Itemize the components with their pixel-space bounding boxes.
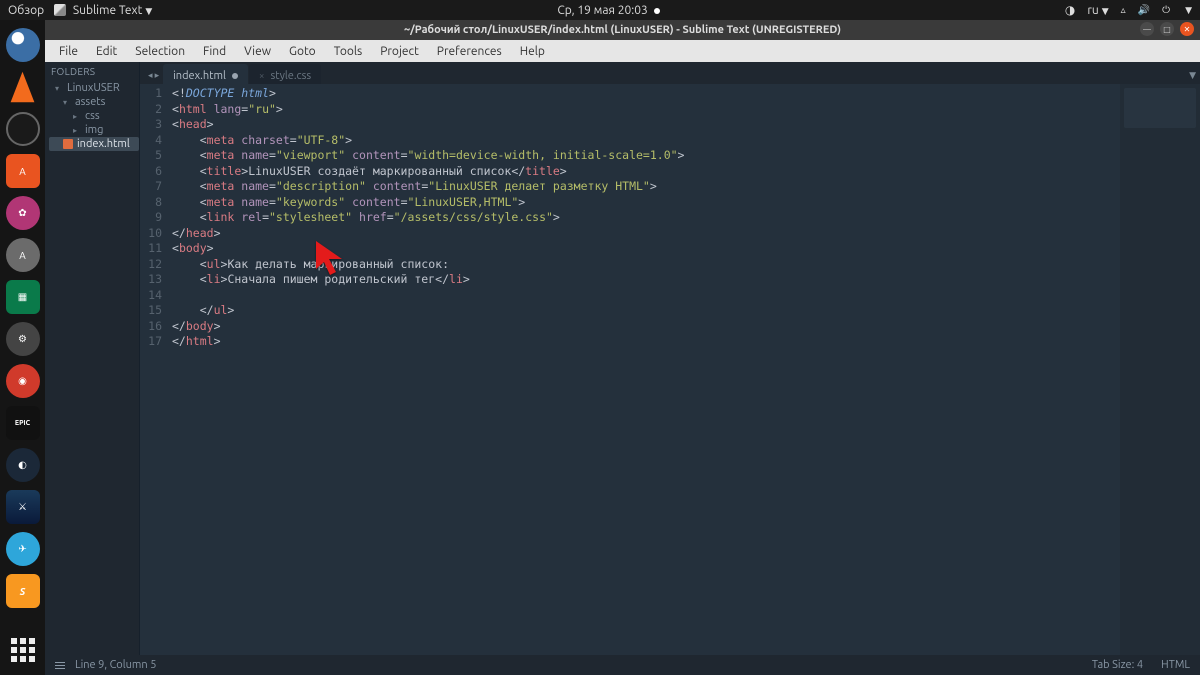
editor: ◂ ▸ index.html ×style.css ▼ 123456789101…: [140, 62, 1200, 655]
dock-cpu[interactable]: ▦: [6, 280, 40, 314]
tab-index-html[interactable]: index.html: [163, 64, 248, 84]
file-index-html[interactable]: index.html: [49, 137, 139, 151]
keyboard-layout[interactable]: ru▼: [1087, 4, 1108, 17]
steam-tray-icon[interactable]: ◑: [1065, 3, 1075, 17]
html-file-icon: [63, 139, 73, 149]
menu-tools[interactable]: Tools: [326, 43, 371, 60]
system-menu-chevron-icon[interactable]: ▼: [1185, 5, 1192, 16]
folder-assets[interactable]: ▾assets: [49, 95, 139, 109]
dock-settings[interactable]: ⚙: [6, 322, 40, 356]
folder-root[interactable]: ▾LinuxUSER: [49, 81, 139, 95]
status-syntax[interactable]: HTML: [1161, 659, 1190, 671]
volume-icon[interactable]: 🔊: [1138, 4, 1150, 16]
status-position[interactable]: Line 9, Column 5: [75, 659, 156, 671]
dock-ubuntu-software[interactable]: A: [6, 154, 40, 188]
dock-obs[interactable]: [6, 112, 40, 146]
panel-switcher-icon[interactable]: [55, 662, 65, 669]
chevron-right-icon: ▸: [73, 112, 81, 121]
chevron-down-icon: ▾: [55, 84, 63, 93]
tab-style-css[interactable]: ×style.css: [249, 64, 321, 84]
app-menu[interactable]: Sublime Text▼: [54, 4, 152, 17]
menu-find[interactable]: Find: [195, 43, 234, 60]
show-applications-button[interactable]: [6, 633, 40, 667]
window-title: ~/Рабочий стол/LinuxUSER/index.html (Lin…: [45, 24, 1200, 36]
sublime-glyph-icon: [54, 4, 66, 16]
dock-telegram[interactable]: ✈: [6, 532, 40, 566]
menu-help[interactable]: Help: [512, 43, 553, 60]
window-titlebar[interactable]: ~/Рабочий стол/LinuxUSER/index.html (Lin…: [45, 20, 1200, 40]
status-bar: Line 9, Column 5 Tab Size: 4 HTML: [45, 655, 1200, 675]
folder-img[interactable]: ▸img: [49, 123, 139, 137]
folder-css[interactable]: ▸css: [49, 109, 139, 123]
notification-dot-icon: [654, 8, 660, 14]
window-maximize-button[interactable]: □: [1160, 22, 1174, 36]
dock-vlc[interactable]: [6, 70, 40, 104]
status-tabsize[interactable]: Tab Size: 4: [1092, 659, 1143, 671]
menu-project[interactable]: Project: [372, 43, 427, 60]
dock-app-pink[interactable]: ✿: [6, 196, 40, 230]
tab-history-nav[interactable]: ◂ ▸: [144, 70, 163, 84]
window-minimize-button[interactable]: —: [1140, 22, 1154, 36]
code-text[interactable]: <!DOCTYPE html><html lang="ru"><head> <m…: [168, 84, 1120, 655]
close-icon[interactable]: ×: [259, 70, 265, 81]
menu-goto[interactable]: Goto: [281, 43, 324, 60]
tab-bar: ◂ ▸ index.html ×style.css ▼: [140, 62, 1200, 84]
tab-dropdown[interactable]: ▼: [1185, 70, 1200, 84]
window-close-button[interactable]: ✕: [1180, 22, 1194, 36]
menu-bar: File Edit Selection Find View Goto Tools…: [45, 40, 1200, 62]
chevron-down-icon: ▾: [63, 98, 71, 107]
ubuntu-dock: A ✿ A ▦ ⚙ ◉ EPIC ◐ ⚔ ✈ S: [0, 20, 45, 675]
dock-steam[interactable]: ◐: [6, 448, 40, 482]
sidebar-header: FOLDERS: [45, 62, 139, 81]
activities-button[interactable]: Обзор: [8, 4, 44, 17]
dock-sublime[interactable]: S: [6, 574, 40, 608]
menu-file[interactable]: File: [51, 43, 86, 60]
network-icon[interactable]: ▵: [1121, 4, 1126, 16]
dirty-dot-icon: [232, 73, 238, 79]
grid-icon: [11, 638, 35, 662]
gnome-topbar: Обзор Sublime Text▼ Ср, 19 мая 20:03 ◑ r…: [0, 0, 1200, 20]
menu-edit[interactable]: Edit: [88, 43, 125, 60]
chevron-right-icon: ▸: [73, 126, 81, 135]
chevron-down-icon: ▼: [145, 6, 152, 16]
code-area[interactable]: 1234567891011121314151617 <!DOCTYPE html…: [140, 84, 1200, 655]
menu-preferences[interactable]: Preferences: [429, 43, 510, 60]
menu-view[interactable]: View: [236, 43, 279, 60]
dock-chromium[interactable]: [6, 28, 40, 62]
sublime-window: ~/Рабочий стол/LinuxUSER/index.html (Lin…: [45, 20, 1200, 675]
sidebar: FOLDERS ▾LinuxUSER ▾assets ▸css ▸img ind…: [45, 62, 140, 655]
clock[interactable]: Ср, 19 мая 20:03: [152, 4, 1065, 17]
dock-battlenet[interactable]: ⚔: [6, 490, 40, 524]
menu-selection[interactable]: Selection: [127, 43, 193, 60]
power-icon[interactable]: ⏻: [1162, 4, 1170, 16]
gutter: 1234567891011121314151617: [140, 84, 168, 655]
dock-app-red[interactable]: ◉: [6, 364, 40, 398]
dock-software-updater[interactable]: A: [6, 238, 40, 272]
minimap[interactable]: [1120, 84, 1200, 655]
dock-epic[interactable]: EPIC: [6, 406, 40, 440]
